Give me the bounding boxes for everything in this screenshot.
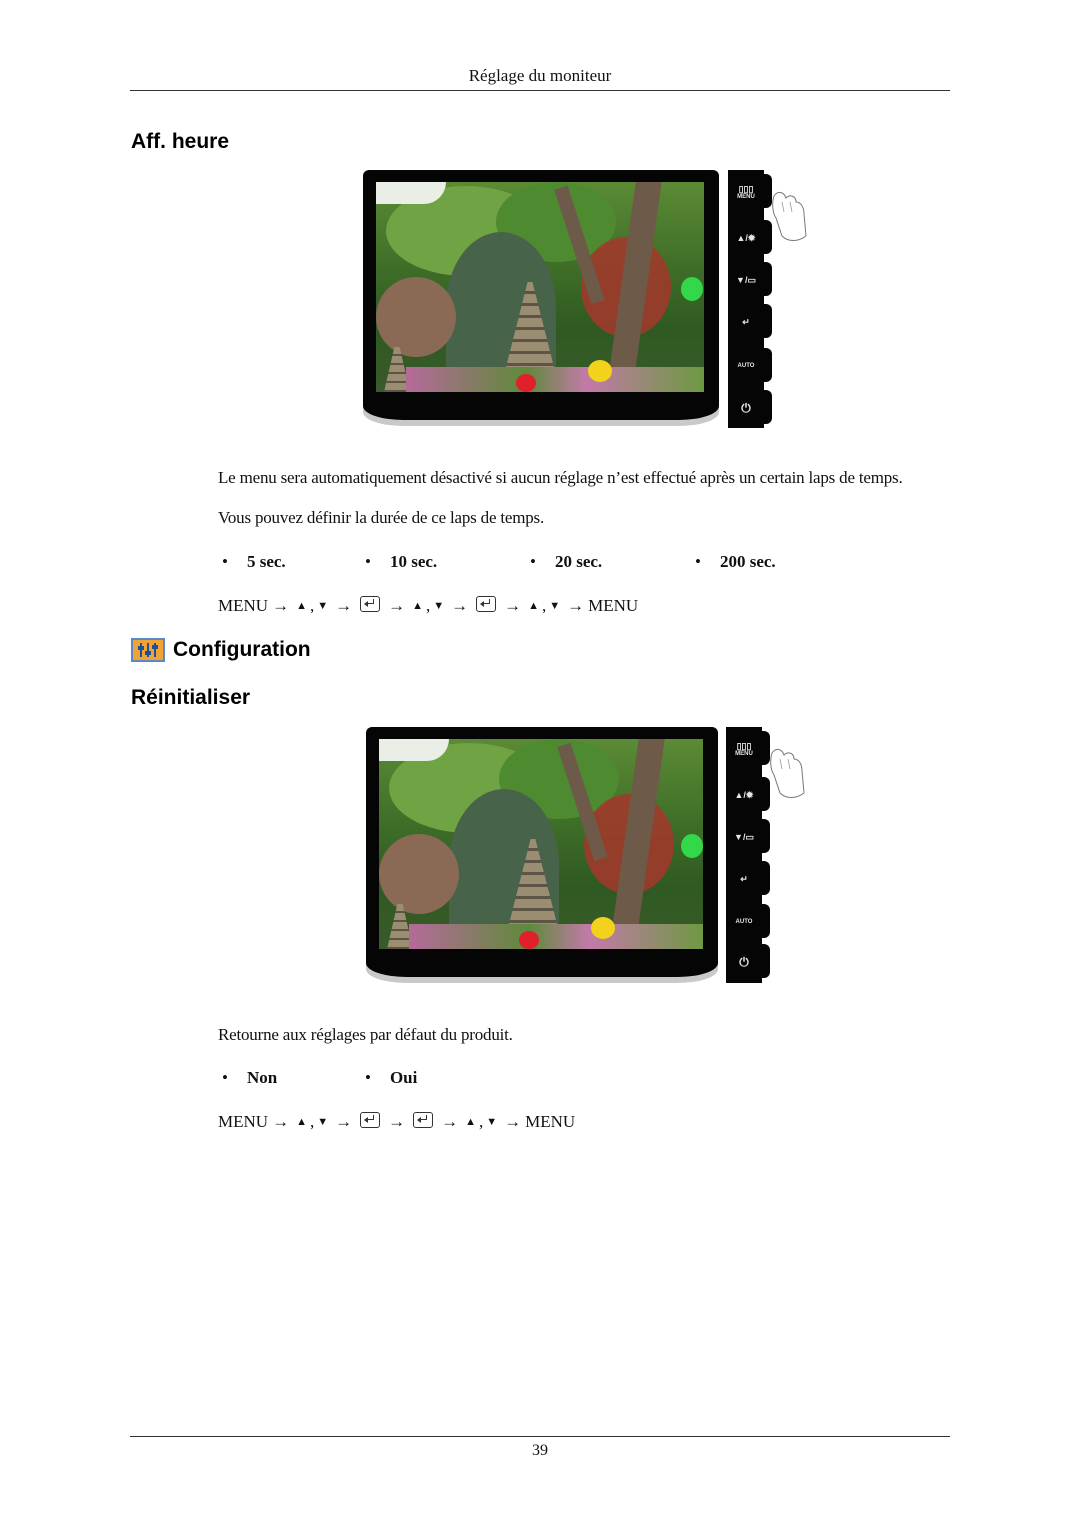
option-5-sec: • 5 sec. [222,552,286,571]
reinitialiser-key-sequence: MENU → ▲, ▼ → → → ▲, ▼ → MENU [218,1112,576,1131]
panel-button-power: ⏻ [728,388,772,428]
monitor-control-panel: ▯▯▯ MENU ▲/✹ ▼/▭ ↵ AUTO ⏻ [728,170,772,428]
monitor-screen-photo [379,739,703,949]
auto-icon: AUTO [737,363,755,369]
panel-button-up: ▲/✹ [726,775,770,815]
arrow-icon: → [451,596,469,615]
arrow-icon: → [335,1112,353,1131]
up-triangle-icon: ▲ [412,600,423,612]
section-title-reinitialiser: Réinitialiser [131,686,251,709]
footer-divider [130,1436,950,1437]
up-triangle-icon: ▲ [296,600,307,612]
panel-button-auto: AUTO [726,902,770,942]
down-triangle-icon: ▼ [549,600,561,612]
panel-button-down: ▼/▭ [726,817,770,857]
down-source-icon: ▼/▭ [736,274,756,285]
arrow-icon: → [272,1112,290,1131]
page-number: 39 [532,1442,548,1459]
hand-pointer-icon [772,191,807,241]
down-triangle-icon: ▼ [433,600,445,612]
enter-key-icon [413,1112,434,1128]
menu-icon: ▯▯▯ [736,740,752,751]
auto-icon: AUTO [735,919,753,925]
aff-heure-description-line-2: Vous pouvez définir la durée de ce laps … [218,508,544,527]
panel-button-up: ▲/✹ [728,218,772,258]
monitor-bezel [366,727,718,977]
up-brightness-icon: ▲/✹ [736,232,756,243]
option-oui: • Oui [365,1068,418,1087]
enter-key-icon [476,596,497,612]
arrow-icon: → [567,596,585,615]
panel-button-enter: ↵ [726,859,770,899]
up-triangle-icon: ▲ [528,600,540,612]
seq-menu: MENU [588,596,639,615]
option-20-sec: • 20 sec. [530,552,603,571]
enter-icon: ↵ [742,316,750,327]
page-header-title: Réglage du moniteur [468,66,612,85]
up-triangle-icon: ▲ [296,1116,307,1128]
arrow-icon: → [504,596,522,615]
up-triangle-icon: ▲ [465,1116,476,1128]
option-200-sec: • 200 sec. [695,552,776,571]
arrow-icon: → [388,1112,406,1131]
enter-key-icon [360,596,381,612]
aff-heure-options-list: • 5 sec. • 10 sec. • 20 sec. • 200 sec. [222,552,922,574]
down-source-icon: ▼/▭ [734,831,754,842]
enter-icon: ↵ [740,873,748,884]
panel-button-auto: AUTO [728,346,772,386]
seq-menu: MENU [218,596,269,615]
reinitialiser-options-list: • Non • Oui [222,1068,622,1090]
seq-menu: MENU [218,1112,269,1131]
arrow-icon: → [504,1112,522,1131]
power-icon: ⏻ [741,400,751,415]
down-triangle-icon: ▼ [486,1116,498,1128]
aff-heure-key-sequence: MENU → ▲, ▼ → → ▲, ▼ → → ▲, ▼ → MENU [218,596,639,615]
section-title-aff-heure: Aff. heure [131,130,230,153]
monitor-bezel [363,170,719,420]
down-triangle-icon: ▼ [317,600,329,612]
panel-button-menu: ▯▯▯ MENU [728,172,772,212]
hand-pointer-icon [770,748,805,798]
arrow-icon: → [388,596,406,615]
option-10-sec: • 10 sec. [365,552,438,571]
menu-icon: ▯▯▯ [738,183,754,194]
enter-key-icon [360,1112,381,1128]
panel-button-enter: ↵ [728,302,772,342]
arrow-icon: → [441,1112,459,1131]
section-title-configuration: Configuration [131,638,311,662]
panel-button-menu: ▯▯▯ MENU [726,729,770,769]
seq-menu: MENU [525,1112,576,1131]
reinitialiser-description: Retourne aux réglages par défaut du prod… [218,1025,513,1044]
panel-button-down: ▼/▭ [728,260,772,300]
aff-heure-description-line-1: Le menu sera automatiquement désactivé s… [218,468,903,487]
down-triangle-icon: ▼ [317,1116,329,1128]
option-non: • Non [222,1068,278,1087]
power-icon: ⏻ [739,954,749,969]
header-divider [130,90,950,91]
arrow-icon: → [272,596,290,615]
settings-sliders-icon [131,638,165,662]
up-brightness-icon: ▲/✹ [734,789,754,800]
panel-button-power: ⏻ [726,942,770,982]
monitor-screen-photo [376,182,704,392]
arrow-icon: → [335,596,353,615]
monitor-control-panel: ▯▯▯ MENU ▲/✹ ▼/▭ ↵ AUTO ⏻ [726,727,770,983]
